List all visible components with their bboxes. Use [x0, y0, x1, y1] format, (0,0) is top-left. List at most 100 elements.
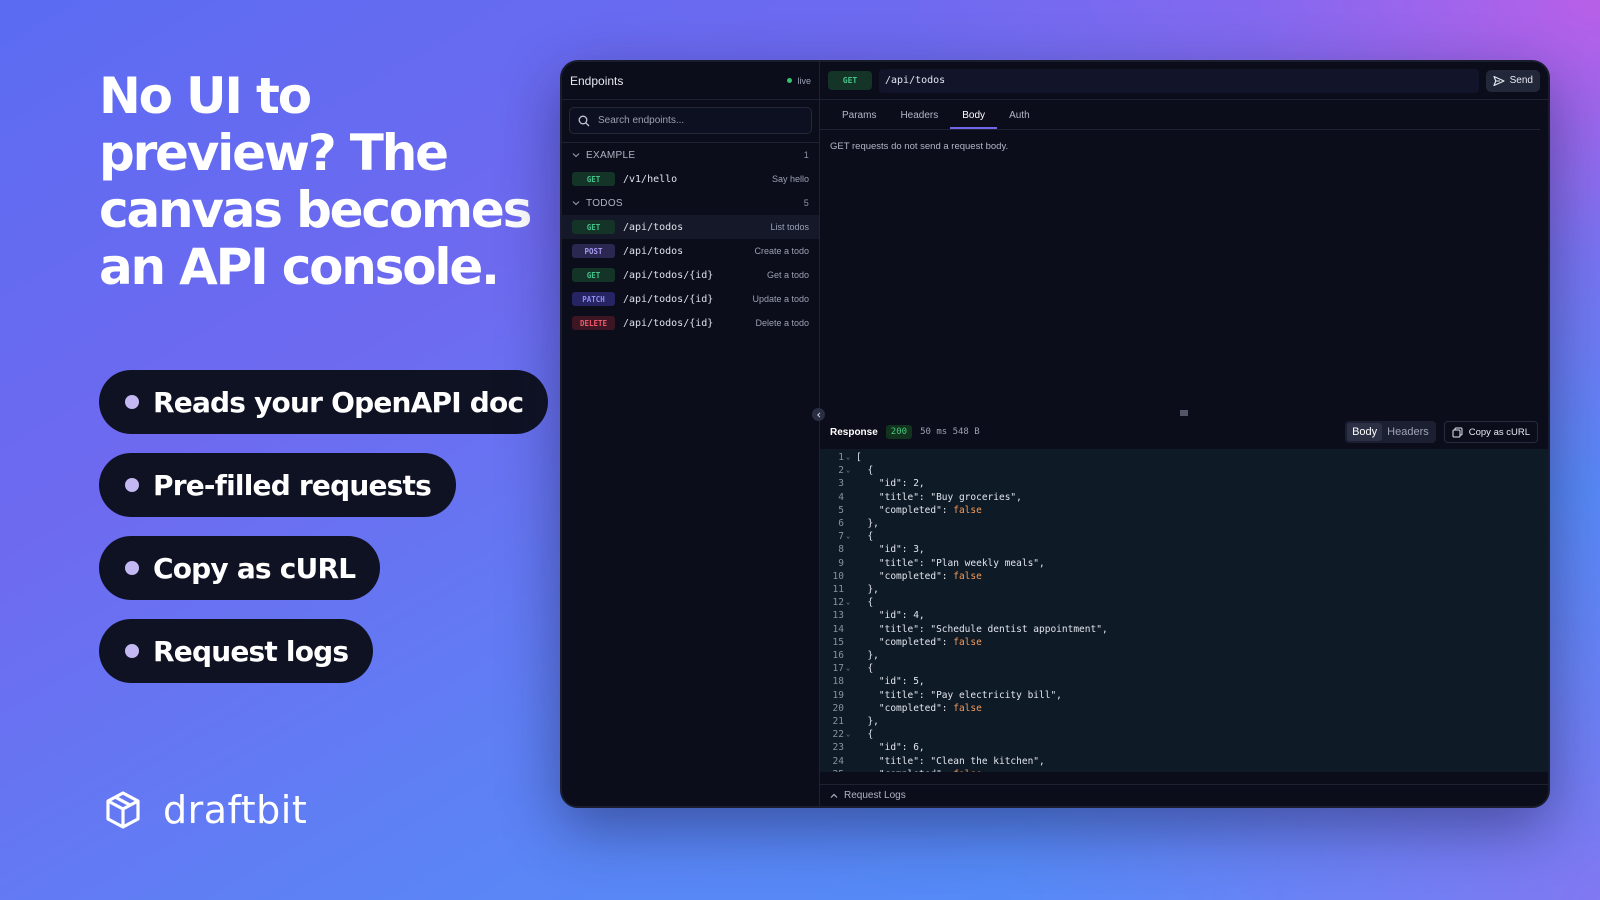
request-tabs: Params Headers Body Auth [820, 100, 1540, 130]
line-number: 1 [838, 452, 844, 463]
code-line: 23 "id": 6, [820, 741, 1548, 754]
endpoint-item[interactable]: DELETE /api/todos/{id} Delete a todo [562, 311, 819, 335]
line-number: 20 [832, 702, 844, 714]
fold-chevron-icon[interactable]: ⌄ [846, 464, 856, 477]
line-number: 5 [838, 504, 844, 516]
fold-chevron-icon[interactable]: ⌄ [846, 451, 856, 464]
feature-pill: Request logs [99, 619, 374, 683]
fold-chevron-icon[interactable]: ⌄ [846, 530, 856, 543]
endpoint-description: Get a todo [766, 270, 809, 280]
fold-gutter [846, 583, 856, 596]
code-line: 4 "title": "Buy groceries", [820, 491, 1548, 504]
code-line: 14 "title": "Schedule dentist appointmen… [820, 623, 1548, 636]
feature-list: Reads your OpenAPI doc Pre-filled reques… [99, 370, 549, 702]
code-text: { [856, 663, 874, 675]
endpoint-item[interactable]: GET /api/todos/{id} Get a todo [562, 263, 819, 287]
feature-pill: Reads your OpenAPI doc [99, 370, 549, 434]
response-body-viewer[interactable]: 1 ⌄[2 ⌄ {3 "id": 2, 4 "title": "Buy groceri… [820, 449, 1548, 772]
code-line: 19 "title": "Pay electricity bill", [820, 689, 1548, 702]
fold-gutter [846, 675, 856, 688]
fold-gutter [846, 517, 856, 530]
response-meta: 50 ms 548 B [920, 427, 980, 437]
code-line: 5 "completed": false [820, 504, 1548, 517]
brand-name: draftbit [163, 788, 308, 832]
bullet-dot [125, 561, 139, 575]
code-text: { [856, 597, 874, 609]
api-console-window: Endpoints live EXAMPLE 1 GET /v1/hello S… [560, 60, 1550, 808]
status-badge: 200 [885, 425, 913, 439]
line-number: 25 [820, 768, 846, 772]
tab-body[interactable]: Body [950, 110, 998, 129]
code-text: "title": "Buy groceries", [856, 491, 1022, 503]
fold-gutter [846, 491, 856, 504]
fold-gutter [846, 570, 856, 583]
request-logs-bar[interactable]: Request Logs [820, 784, 1548, 806]
code-line: 15 "completed": false [820, 636, 1548, 649]
code-text: "title": "Schedule dentist appointment", [856, 623, 1108, 635]
endpoint-item-selected[interactable]: GET /api/todos List todos [562, 215, 819, 239]
code-line: 13 "id": 4, [820, 609, 1548, 622]
search-box[interactable] [569, 107, 812, 134]
endpoint-item[interactable]: GET /v1/hello Say hello [562, 167, 819, 191]
code-text: "id": 4, [856, 610, 925, 622]
code-line: 2 ⌄ { [820, 464, 1548, 477]
copy-icon [1452, 427, 1463, 437]
code-text: "title": "Pay electricity bill", [856, 689, 1062, 701]
endpoint-path: /api/todos [623, 221, 684, 233]
endpoint-path: /api/todos [623, 245, 684, 257]
code-line: 6 }, [820, 517, 1548, 530]
line-number: 6 [838, 518, 844, 530]
line-number: 17 [832, 663, 844, 675]
line-number: 4 [838, 491, 844, 503]
search-input[interactable] [598, 115, 788, 126]
sidebar-header: Endpoints live [562, 62, 819, 100]
endpoint-path: /api/todos/{id} [623, 293, 714, 305]
url-bar: GET /api/todos Send [820, 62, 1548, 100]
send-icon [1493, 75, 1505, 86]
code-text: "id": 3, [856, 544, 925, 556]
tab-auth[interactable]: Auth [997, 110, 1042, 129]
url-input[interactable]: /api/todos [879, 68, 1479, 93]
code-text: }, [856, 650, 879, 662]
endpoint-description: Delete a todo [755, 318, 809, 328]
bullet-dot [125, 395, 139, 409]
endpoint-item[interactable]: PATCH /api/todos/{id} Update a todo [562, 287, 819, 311]
tab-headers[interactable]: Headers [888, 110, 950, 129]
request-panel: GET /api/todos Send Params Headers Body … [812, 62, 1548, 806]
line-number: 10 [832, 570, 844, 582]
view-headers-tab[interactable]: Headers [1382, 423, 1434, 441]
line-number: 23 [832, 742, 844, 754]
code-text: "completed": false [856, 636, 982, 648]
group-header-todos[interactable]: TODOS 5 [562, 191, 819, 215]
chevron-up-icon [830, 793, 838, 798]
feature-label: Copy as cURL [153, 551, 356, 585]
feature-label: Pre-filled requests [153, 468, 432, 502]
fold-gutter [846, 623, 856, 636]
method-badge: PATCH [572, 292, 615, 306]
draftbit-logo-icon [106, 791, 140, 829]
sidebar-title: Endpoints [570, 73, 624, 88]
copy-as-curl-button[interactable]: Copy as cURL [1443, 421, 1538, 443]
fold-chevron-icon[interactable]: ⌄ [846, 662, 856, 675]
code-line: 18 "id": 5, [820, 675, 1548, 688]
code-line: 21 }, [820, 715, 1548, 728]
line-number: 7 [838, 531, 844, 543]
endpoint-path: /api/todos/{id} [623, 317, 714, 329]
tab-params[interactable]: Params [830, 110, 888, 129]
view-body-tab[interactable]: Body [1347, 423, 1383, 441]
fold-chevron-icon[interactable]: ⌄ [846, 728, 856, 741]
fold-gutter [846, 649, 856, 662]
code-line: 3 "id": 2, [820, 477, 1548, 490]
fold-chevron-icon[interactable]: ⌄ [846, 596, 856, 609]
promo-headline: No UI to preview? The canvas becomes an … [99, 67, 532, 296]
fold-gutter [846, 715, 856, 728]
line-number: 16 [832, 650, 844, 662]
chevron-down-icon [572, 201, 580, 206]
code-text: "completed": false [856, 504, 982, 516]
endpoint-path: /api/todos/{id} [623, 269, 714, 281]
send-button[interactable]: Send [1485, 69, 1540, 92]
group-header-example[interactable]: EXAMPLE 1 [562, 143, 819, 167]
method-selector[interactable]: GET [828, 71, 872, 90]
endpoint-item[interactable]: POST /api/todos Create a todo [562, 239, 819, 263]
live-dot-icon [787, 78, 793, 83]
